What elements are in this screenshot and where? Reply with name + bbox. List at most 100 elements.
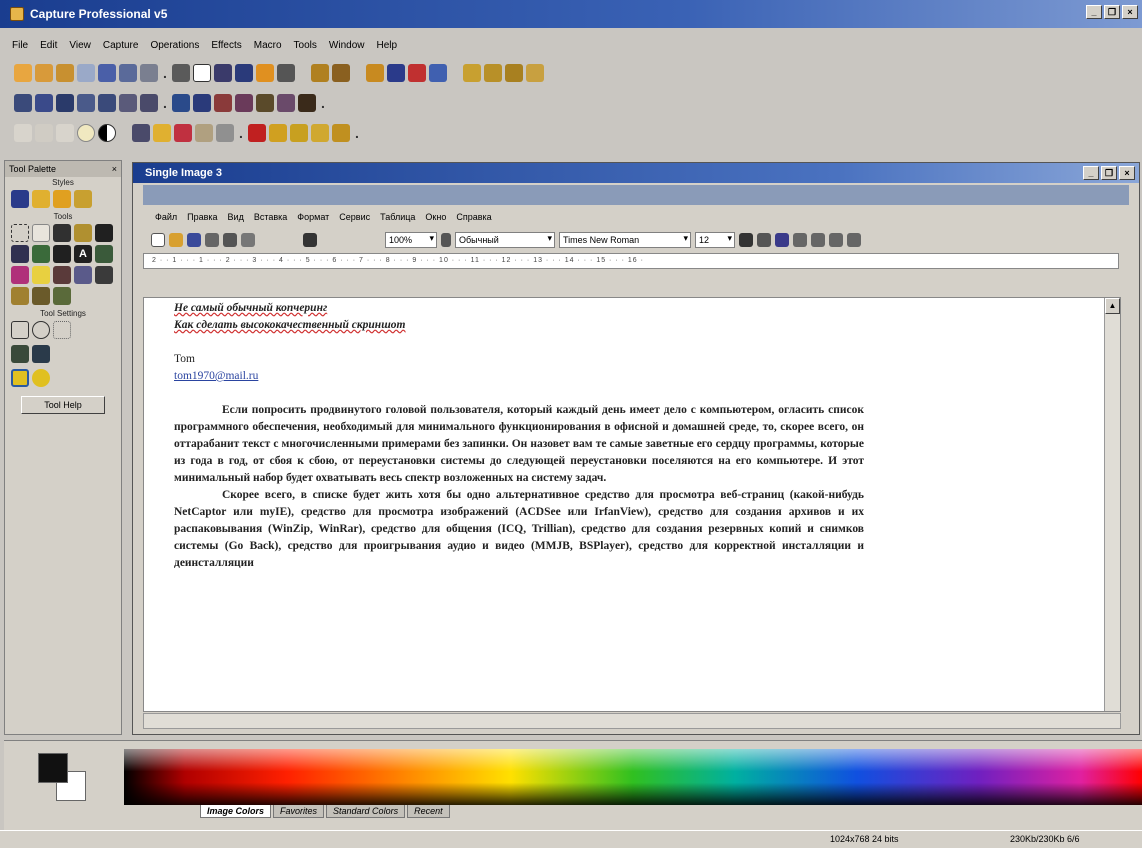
new-file-icon[interactable]	[14, 64, 32, 82]
color-adjust-icon[interactable]	[132, 124, 150, 142]
cut-icon[interactable]	[172, 64, 190, 82]
effect-icon[interactable]	[256, 94, 274, 112]
scroll-up-icon[interactable]: ▲	[1105, 298, 1120, 314]
window-icon[interactable]	[429, 64, 447, 82]
option-b-icon[interactable]	[32, 345, 50, 363]
brush-icon[interactable]	[74, 224, 92, 242]
mirror-icon[interactable]	[235, 94, 253, 112]
foreground-color-swatch[interactable]	[38, 753, 68, 783]
sharpen-icon[interactable]	[195, 124, 213, 142]
stamp-icon[interactable]	[95, 245, 113, 263]
redo-icon[interactable]	[332, 64, 350, 82]
undo-icon[interactable]	[311, 64, 329, 82]
menu-view[interactable]: View	[69, 40, 91, 51]
color-spectrum[interactable]	[124, 749, 1142, 805]
ellipse-shape-icon[interactable]	[32, 321, 50, 339]
group-c-icon[interactable]	[505, 64, 523, 82]
image-restore-button[interactable]: ❐	[1101, 166, 1117, 180]
close-button[interactable]: ×	[1122, 5, 1138, 19]
style-4-icon[interactable]	[74, 190, 92, 208]
zoom-icon[interactable]	[14, 94, 32, 112]
minimize-button[interactable]: _	[1086, 5, 1102, 19]
style-2-icon[interactable]	[32, 190, 50, 208]
rotate-left-icon[interactable]	[172, 94, 190, 112]
freehand-icon[interactable]	[53, 266, 71, 284]
style-1-icon[interactable]	[11, 190, 29, 208]
copy-icon[interactable]	[193, 64, 211, 82]
close-icon[interactable]: ×	[112, 164, 117, 174]
resize-icon[interactable]	[119, 94, 137, 112]
pointer-icon[interactable]	[387, 64, 405, 82]
menu-operations[interactable]: Operations	[150, 40, 199, 51]
yellow-cursor-d-icon[interactable]	[332, 124, 350, 142]
yellow-cursor-c-icon[interactable]	[311, 124, 329, 142]
document-vertical-scrollbar[interactable]: ▲	[1104, 298, 1120, 711]
menu-effects[interactable]: Effects	[211, 40, 241, 51]
contrast-icon[interactable]	[98, 124, 116, 142]
image-minimize-button[interactable]: _	[1083, 166, 1099, 180]
crop-icon[interactable]	[140, 94, 158, 112]
eraser-icon[interactable]	[11, 287, 29, 305]
zoom-in-icon[interactable]	[35, 94, 53, 112]
menu-help[interactable]: Help	[376, 40, 397, 51]
tab-standard-colors[interactable]: Standard Colors	[326, 805, 406, 818]
star-shape-icon[interactable]	[53, 321, 71, 339]
smudge-icon[interactable]	[53, 287, 71, 305]
menu-edit[interactable]: Edit	[40, 40, 57, 51]
pen-icon[interactable]	[53, 224, 71, 242]
menu-window[interactable]: Window	[329, 40, 365, 51]
timer-icon[interactable]	[366, 64, 384, 82]
fill-color-icon[interactable]	[11, 369, 29, 387]
text-tool-icon[interactable]: A	[74, 245, 92, 263]
pencil-icon[interactable]	[153, 124, 171, 142]
colorize-icon[interactable]	[174, 124, 192, 142]
zoom-fit-icon[interactable]	[77, 94, 95, 112]
image-close-button[interactable]: ×	[1119, 166, 1135, 180]
eyedropper-icon[interactable]	[53, 245, 71, 263]
red-cursor-icon[interactable]	[248, 124, 266, 142]
option-a-icon[interactable]	[11, 345, 29, 363]
menu-macro[interactable]: Macro	[254, 40, 282, 51]
menu-tools[interactable]: Tools	[294, 40, 317, 51]
pointer-tool-icon[interactable]	[32, 224, 50, 242]
acquire-icon[interactable]	[56, 64, 74, 82]
display-icon[interactable]	[277, 64, 295, 82]
tab-favorites[interactable]: Favorites	[273, 805, 325, 818]
zoom-out-icon[interactable]	[56, 94, 74, 112]
flip-icon[interactable]	[214, 94, 232, 112]
group-b-icon[interactable]	[484, 64, 502, 82]
rect-shape-icon[interactable]	[11, 321, 29, 339]
shape-icon[interactable]	[11, 266, 29, 284]
group-d-icon[interactable]	[526, 64, 544, 82]
print-preview-icon[interactable]	[298, 94, 316, 112]
restore-button[interactable]: ❐	[1104, 5, 1120, 19]
scan-icon[interactable]	[140, 64, 158, 82]
monitor-icon[interactable]	[408, 64, 426, 82]
open-folder-icon[interactable]	[35, 64, 53, 82]
fill-circle-icon[interactable]	[32, 369, 50, 387]
arrow-icon[interactable]	[256, 64, 274, 82]
brightness-icon[interactable]	[77, 124, 95, 142]
zoom-actual-icon[interactable]	[98, 94, 116, 112]
tab-recent[interactable]: Recent	[407, 805, 450, 818]
doc-email-link[interactable]: tom1970@mail.ru	[174, 368, 864, 385]
paste-icon[interactable]	[214, 64, 232, 82]
menu-file[interactable]: File	[12, 40, 28, 51]
yellow-cursor-b-icon[interactable]	[290, 124, 308, 142]
tab-image-colors[interactable]: Image Colors	[200, 805, 272, 818]
save-icon[interactable]	[98, 64, 116, 82]
curve-icon[interactable]	[95, 266, 113, 284]
select-rect-icon[interactable]	[11, 224, 29, 242]
style-3-icon[interactable]	[53, 190, 71, 208]
capture-icon[interactable]	[77, 64, 95, 82]
fill-icon[interactable]	[32, 245, 50, 263]
blur-icon[interactable]	[216, 124, 234, 142]
image-horizontal-scrollbar[interactable]	[143, 713, 1121, 729]
print-icon[interactable]	[119, 64, 137, 82]
line-icon[interactable]	[95, 224, 113, 242]
group-a-icon[interactable]	[463, 64, 481, 82]
star-icon[interactable]	[74, 266, 92, 284]
filter-icon[interactable]	[277, 94, 295, 112]
rotate-right-icon[interactable]	[193, 94, 211, 112]
magic-wand-icon[interactable]	[32, 287, 50, 305]
